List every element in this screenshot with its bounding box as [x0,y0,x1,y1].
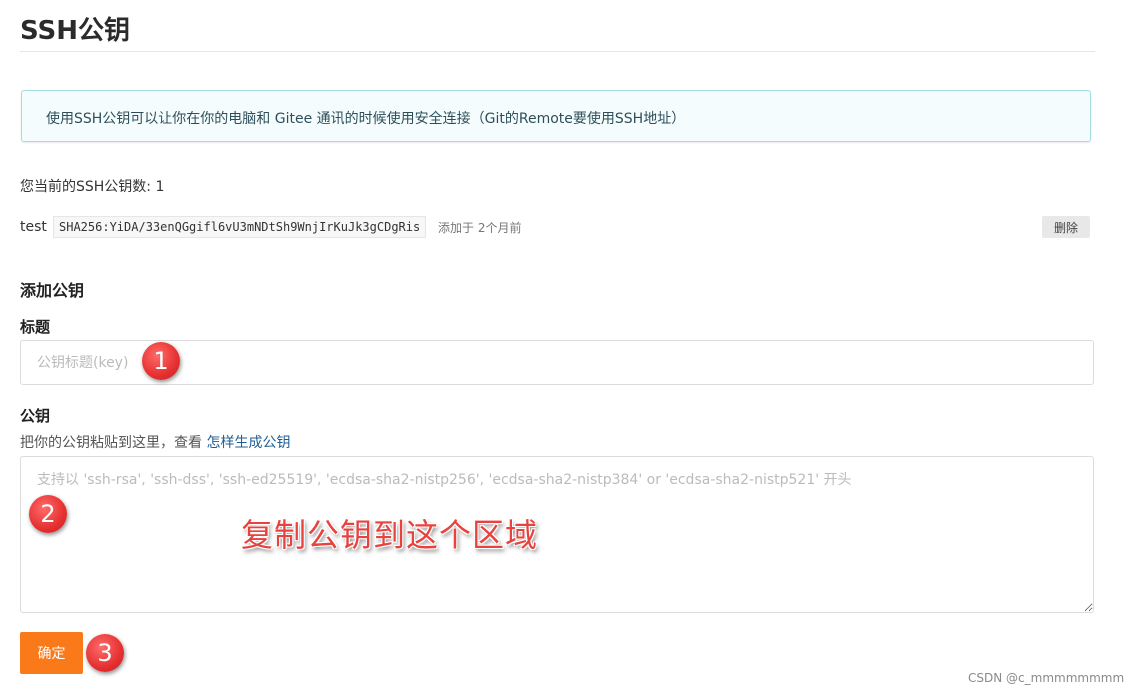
submit-button[interactable]: 确定 [20,632,83,674]
delete-key-button[interactable]: 删除 [1042,216,1090,238]
info-box: 使用SSH公钥可以让你在你的电脑和 Gitee 通讯的时候使用安全连接（Git的… [21,90,1091,142]
key-title-input[interactable] [20,340,1094,385]
page-title: SSH公钥 [20,16,131,46]
watermark: CSDN @c_mmmmmmmm [968,671,1125,685]
ssh-key-row: test SHA256:YiDA/33enQGgifl6vU3mNDtSh9Wn… [20,216,1092,238]
callout-annotation: 复制公钥到这个区域 [241,516,539,554]
public-key-textarea[interactable] [20,456,1094,613]
step-marker-1: 1 [142,342,180,380]
public-key-hint-text: 把你的公钥粘贴到这里，查看 [20,435,207,451]
key-name: test [20,219,47,235]
title-divider [20,51,1095,52]
key-added-time: 添加于 2个月前 [438,221,522,235]
how-to-generate-key-link[interactable]: 怎样生成公钥 [206,435,290,451]
info-text: 使用SSH公钥可以让你在你的电脑和 Gitee 通讯的时候使用安全连接（Git的… [46,111,686,127]
step-marker-3: 3 [86,634,124,672]
title-label: 标题 [20,318,51,336]
public-key-label: 公钥 [20,407,51,425]
key-count: 您当前的SSH公钥数: 1 [20,179,165,195]
step-marker-2: 2 [29,495,67,533]
key-fingerprint: SHA256:YiDA/33enQGgifl6vU3mNDtSh9WnjIrKu… [53,216,427,238]
public-key-hint: 把你的公钥粘贴到这里，查看 怎样生成公钥 [20,432,290,452]
add-key-heading: 添加公钥 [20,281,85,300]
